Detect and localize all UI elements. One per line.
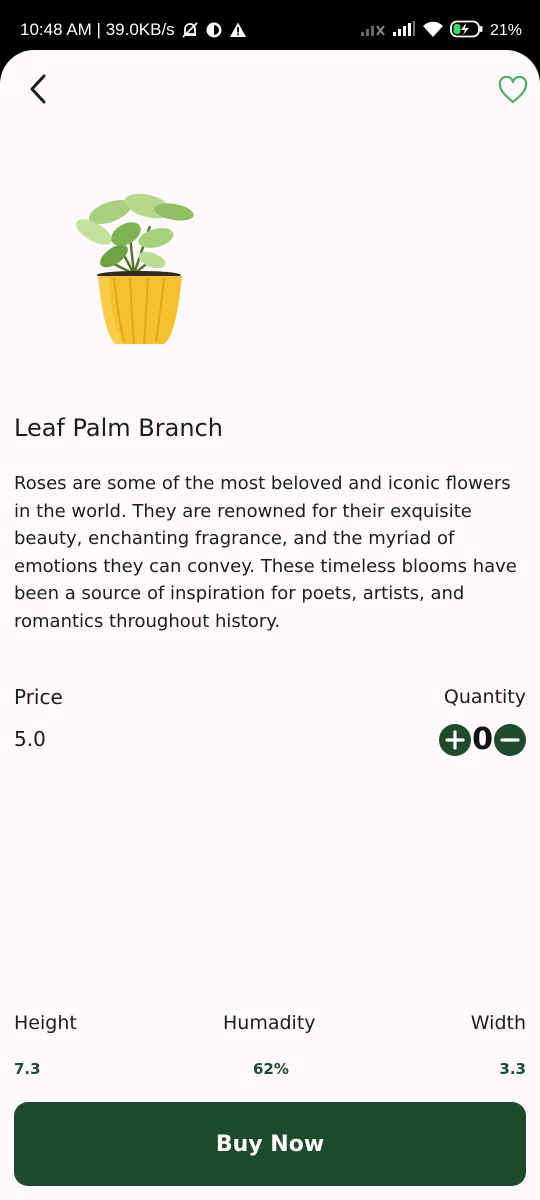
signal-strong-icon: [392, 21, 416, 41]
quantity-stepper: 0: [439, 722, 526, 758]
product-description: Roses are some of the most beloved and i…: [14, 473, 517, 632]
heart-outline-icon: [498, 75, 528, 104]
width-value: 3.3: [499, 1060, 526, 1078]
decrease-quantity-button[interactable]: [494, 724, 526, 756]
buy-now-button[interactable]: Buy Now: [14, 1102, 526, 1186]
price-value: 5.0: [14, 727, 46, 751]
status-left: 10:48 AM | 39.0KB/s: [20, 20, 247, 40]
price-label: Price: [14, 685, 63, 709]
vpn-icon: [205, 21, 223, 39]
potted-plant-image: [76, 193, 194, 345]
battery-percent: 21%: [489, 22, 522, 39]
product-image: [64, 186, 204, 348]
width-label: Width: [470, 1012, 526, 1034]
status-right: 21%: [360, 20, 522, 42]
minus-icon: [500, 738, 520, 742]
notifications-muted-icon: [181, 21, 199, 39]
chevron-left-icon: [30, 74, 46, 104]
plus-icon: [445, 730, 465, 750]
status-time-speed: 10:48 AM | 39.0KB/s: [20, 20, 175, 39]
height-value: 7.3: [14, 1060, 41, 1078]
humidity-label: Humadity: [223, 1012, 316, 1034]
signal-weak-icon: [360, 21, 386, 41]
battery-charging-icon: [450, 20, 484, 42]
favorite-button[interactable]: [498, 75, 528, 104]
quantity-label: Quantity: [443, 686, 526, 708]
warning-icon: [229, 21, 247, 39]
product-title: Leaf Palm Branch: [14, 414, 223, 442]
back-button[interactable]: [26, 74, 52, 104]
increase-quantity-button[interactable]: [439, 724, 472, 756]
height-label: Height: [14, 1012, 77, 1034]
wifi-icon: [422, 21, 444, 42]
quantity-value: 0: [472, 722, 493, 757]
humidity-value: 62%: [253, 1060, 289, 1078]
